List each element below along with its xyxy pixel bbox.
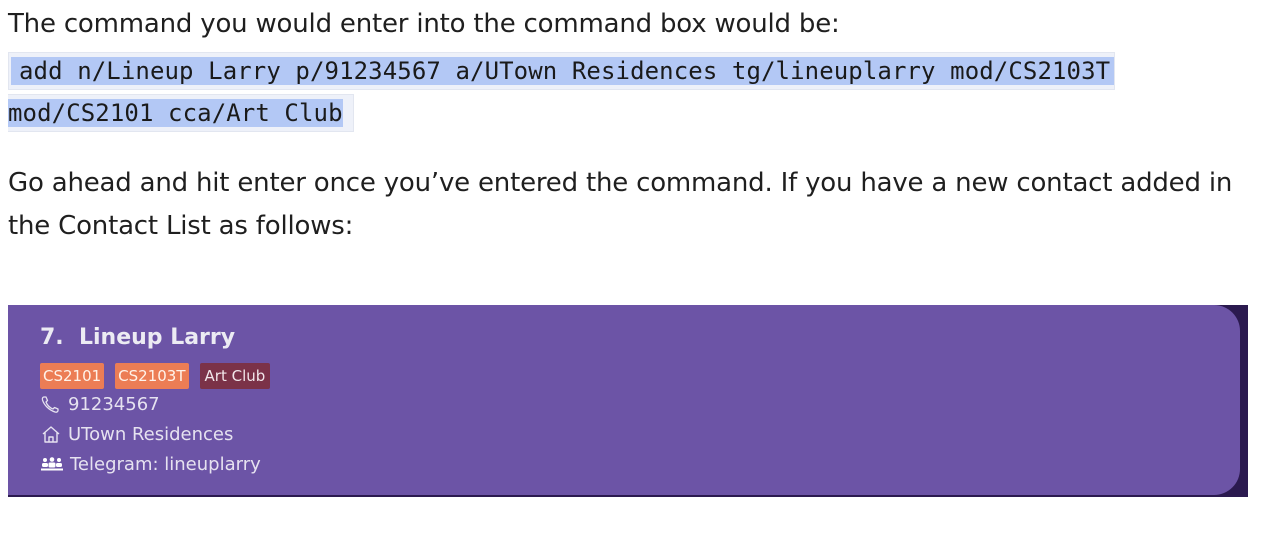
follow-up-line-1: Go ahead and hit enter once you’ve enter…: [8, 168, 1233, 198]
tag-list: CS2101 CS2103T Art Club: [40, 363, 271, 389]
cca-tag: Art Club: [199, 363, 271, 389]
selected-command-text: mod/CS2101 cca/Art Club: [8, 99, 343, 127]
phone-icon: [41, 395, 59, 413]
contact-name: 7. Lineup Larry: [40, 325, 236, 350]
module-tag: CS2101: [40, 363, 105, 389]
contact-list-screenshot: 7. Lineup Larry CS2101 CS2103T Art Club …: [8, 305, 1248, 497]
contact-card: 7. Lineup Larry CS2101 CS2103T Art Club …: [8, 305, 1240, 495]
telegram-handle: Telegram: lineuplarry: [70, 454, 261, 475]
module-tag: CS2103T: [115, 363, 189, 389]
intro-text: The command you would enter into the com…: [8, 9, 840, 39]
command-code-line-2: mod/CS2101 cca/Art Club: [8, 94, 354, 132]
group-icon: [41, 456, 63, 470]
contact-phone: 91234567: [40, 394, 160, 415]
address-text: UTown Residences: [68, 424, 234, 445]
home-icon: [42, 425, 60, 443]
follow-up-line-2: the Contact List as follows:: [8, 211, 354, 241]
contact-address: UTown Residences: [40, 424, 233, 445]
contact-telegram: Telegram: lineuplarry: [40, 454, 261, 475]
command-code-line-1: add n/Lineup Larry p/91234567 a/UTown Re…: [8, 52, 1116, 90]
follow-up-text: Go ahead and hit enter once you’ve enter…: [8, 162, 1258, 248]
selected-command-text: add n/Lineup Larry p/91234567 a/UTown Re…: [11, 57, 1115, 85]
phone-number: 91234567: [68, 394, 160, 415]
